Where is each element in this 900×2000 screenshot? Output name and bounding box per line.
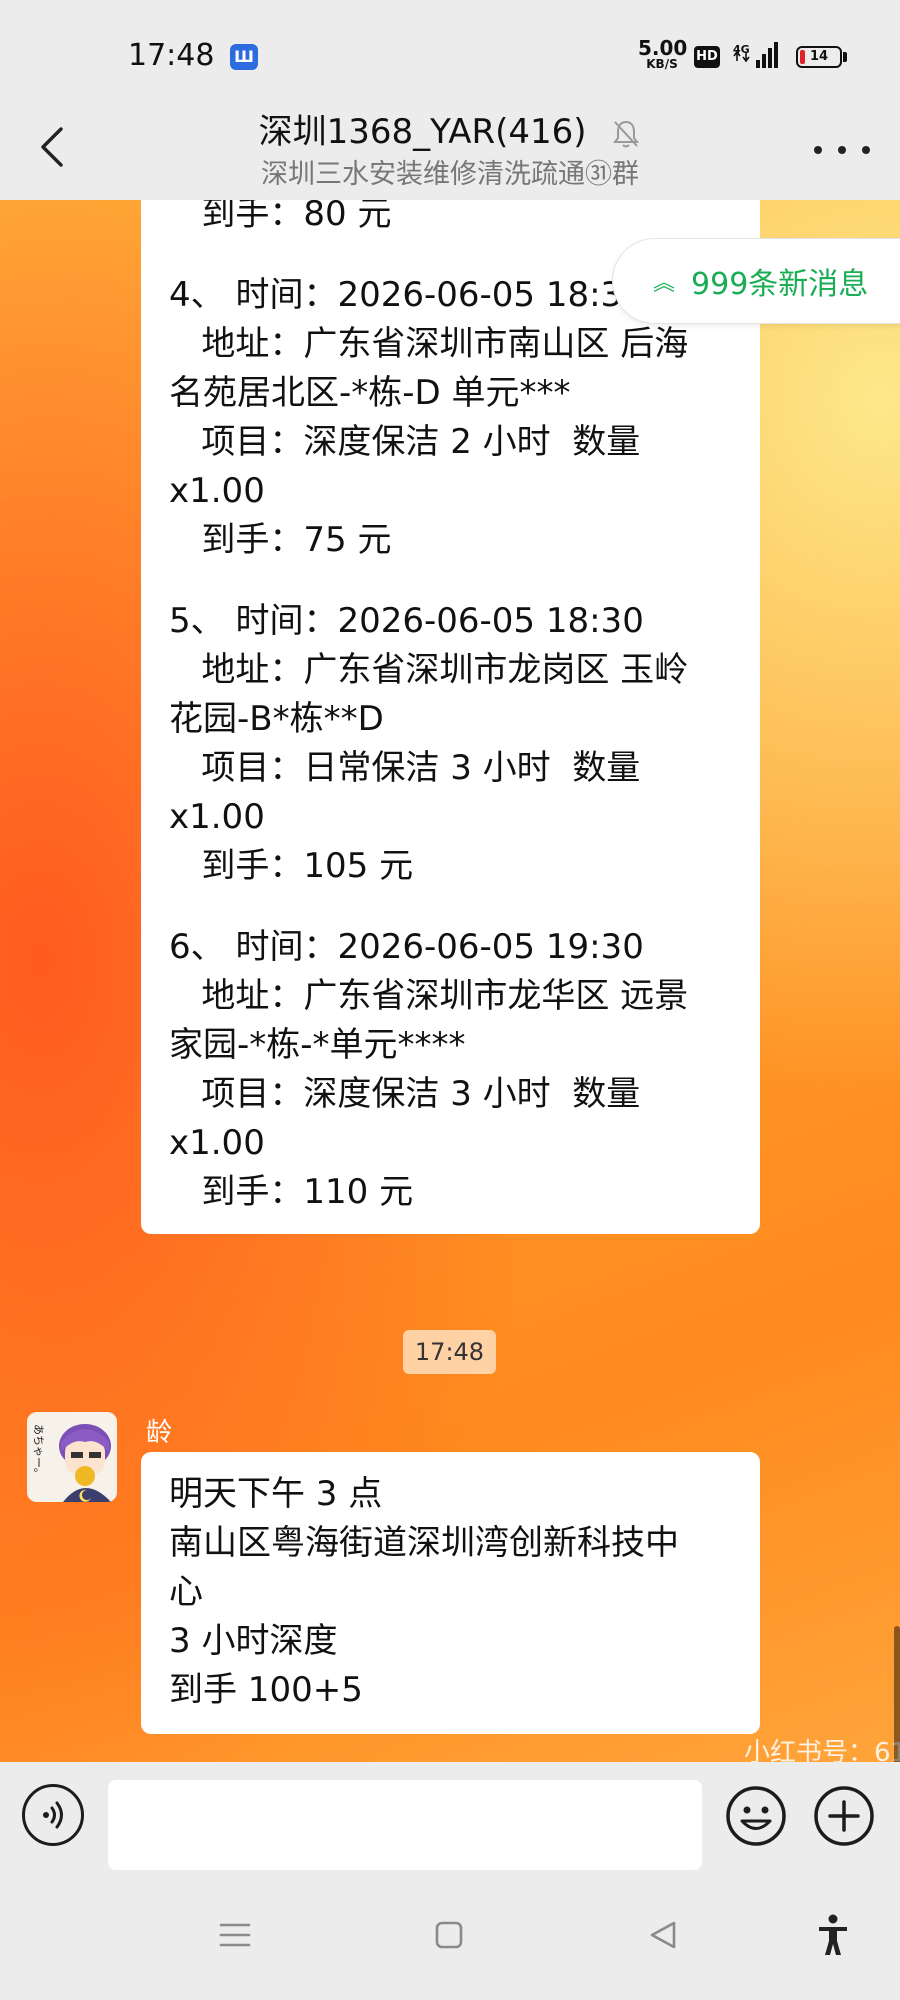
status-bar: 17:48 Ш 5.00 KB/S HD 4G 14 [0,0,900,112]
voice-button[interactable] [22,1784,84,1846]
system-nav-bar [0,1872,900,2000]
message-line: 到手：80 元 [169,200,392,234]
line-spacer [169,565,736,597]
message-bubble[interactable]: 明天下午 3 点南山区粤海街道深圳湾创新科技中心 3 小时深度 到手 100+5 [141,1452,760,1734]
sender-name: 龄 [146,1418,173,1448]
new-messages-button[interactable]: ︽ 999条新消息 [612,238,900,324]
message-line: x1.00 [169,797,265,837]
message-line: 到手：75 元 [169,520,392,560]
line-spacer [169,891,736,923]
battery-tip [843,52,847,62]
double-chevron-up-icon: ︽ [653,271,676,296]
hd-badge: HD [694,46,720,68]
home-icon [435,1921,463,1949]
more-icon-dot [838,146,846,154]
message-line: 明天下午 3 点 [169,1474,383,1514]
status-time: 17:48 [128,38,215,73]
menu-icon [219,1923,251,1947]
message-line: 南山区粤海街道深圳湾创新科技中 [169,1523,679,1563]
message-input[interactable] [108,1780,702,1870]
net-speed-value: 5.00 [638,36,688,60]
back-nav-button[interactable] [638,1910,688,1960]
message-line: 心 [169,1572,203,1612]
chat-message-area[interactable]: 到手：80 元 4、 时间：2026-06-05 18:30 地址：广东省深圳市南… [0,200,900,1762]
accessibility-icon [819,1914,847,1955]
message-line: x1.00 [169,471,265,511]
message-line: 到手 100+5 [169,1670,363,1710]
message-bubble[interactable]: 到手：80 元 4、 时间：2026-06-05 18:30 地址：广东省深圳市南… [141,200,760,1234]
avatar-image: あちゃー。 [27,1412,117,1502]
more-button[interactable] [814,130,870,170]
avatar-text: あちゃー。 [32,1424,45,1479]
scrollbar[interactable] [894,1626,900,1762]
message-line: 项目：深度保洁 2 小时 数量 [169,422,641,462]
message-line: 名苑居北区-*栋-D 单元*** [169,373,571,413]
message-line: 3 小时深度 [169,1621,338,1661]
group-name: 深圳1368_YAR(416) [258,112,587,152]
more-icon-dot [814,146,822,154]
message-line: 6、 时间：2026-06-05 19:30 [169,927,644,967]
voice-icon [43,1801,63,1829]
message-line: 项目：深度保洁 3 小时 数量 [169,1074,641,1114]
message-line: 家园-*栋-*单元**** [169,1025,466,1065]
watermark: 小红书号：61 [744,1738,900,1762]
message-timestamp: 17:48 [403,1330,496,1374]
emoji-icon[interactable] [724,1784,788,1848]
battery-level: 14 [809,49,829,64]
home-button[interactable] [424,1910,474,1960]
chat-title-row[interactable]: 深圳1368_YAR(416) [0,104,900,153]
message-line: 项目：日常保洁 3 小时 数量 [169,748,641,788]
message-line: 到手：105 元 [169,846,414,886]
battery-icon: 14 [796,46,842,68]
new-messages-label: 999条新消息 [691,267,869,302]
plus-icon[interactable] [812,1784,876,1848]
scrollbar-track [892,1626,900,1762]
app-notification-icon: Ш [230,44,258,70]
signal-icon: 4G [733,42,778,68]
message-line: 地址：广东省深圳市南山区 后海 [169,324,689,364]
back-triangle-icon [650,1921,676,1949]
accessibility-button[interactable] [808,1910,858,1960]
message-line: 地址：广东省深圳市龙岗区 玉岭 [169,650,689,690]
chat-header: 深圳1368_YAR(416) 深圳三水安装维修清洗疏通㉛群 [0,112,900,200]
avatar[interactable]: あちゃー。 [27,1412,117,1502]
message-line: 到手：110 元 [169,1172,414,1212]
mute-bell-icon [613,120,640,147]
menu-button[interactable] [210,1910,260,1960]
message-line: 5、 时间：2026-06-05 18:30 [169,601,644,641]
message-line: 花园-B*栋**D [169,699,384,739]
input-bar [0,1762,900,1872]
message-line: 地址：广东省深圳市龙华区 远景 [169,976,689,1016]
group-subtitle: 深圳三水安装维修清洗疏通㉛群 [261,159,639,190]
message-line: x1.00 [169,1123,265,1163]
more-icon-dot [862,146,870,154]
network-speed: 5.00 KB/S [638,36,688,70]
